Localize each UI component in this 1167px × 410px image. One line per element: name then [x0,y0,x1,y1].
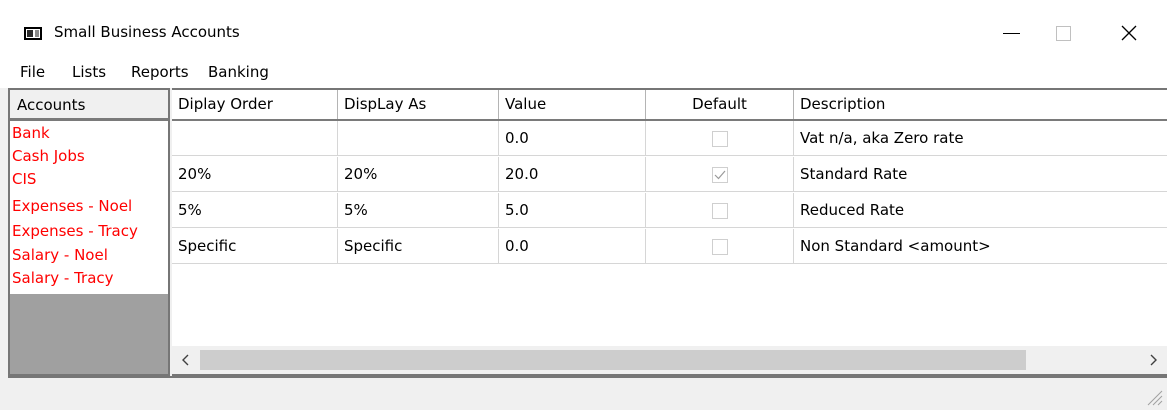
window-title: Small Business Accounts [54,23,240,41]
cell-display-order[interactable]: 5% [172,193,338,228]
cell-description[interactable]: Reduced Rate [794,193,1167,228]
close-button[interactable] [1104,10,1154,56]
status-bar [8,376,1167,410]
cell-value[interactable]: 0.0 [499,229,646,264]
accounts-panel: Accounts Bank Cash Jobs CIS Expenses - N… [8,88,170,376]
menu-banking[interactable]: Banking [208,62,269,82]
account-item-expenses-noel[interactable]: Expenses - Noel [12,197,132,215]
account-item-salary-tracy[interactable]: Salary - Tracy [12,269,114,287]
cell-display-as[interactable]: Specific [338,229,499,264]
maximize-button[interactable] [1038,10,1088,56]
cell-description[interactable]: Vat n/a, aka Zero rate [794,121,1167,156]
cell-default [646,193,794,228]
account-item-expenses-tracy[interactable]: Expenses - Tracy [12,222,138,240]
vat-rates-table: Diplay Order DispLay As Value Default De… [172,88,1167,376]
scroll-left-button[interactable] [172,346,200,374]
menu-reports[interactable]: Reports [131,62,189,82]
horizontal-scrollbar[interactable] [172,346,1167,374]
cell-display-as[interactable] [338,121,499,156]
cell-display-order[interactable] [172,121,338,156]
table-row[interactable]: Specific Specific 0.0 Non Standard <amou… [172,229,1167,264]
chevron-left-icon [182,354,189,366]
accounts-list[interactable]: Bank Cash Jobs CIS Expenses - Noel Expen… [12,121,166,294]
close-icon [1121,25,1137,41]
app-icon[interactable] [24,27,42,40]
account-item-cash-jobs[interactable]: Cash Jobs [12,147,85,165]
account-item-salary-noel[interactable]: Salary - Noel [12,246,108,264]
default-checkbox[interactable] [711,130,728,147]
cell-description[interactable]: Non Standard <amount> [794,229,1167,264]
cell-display-order[interactable]: Specific [172,229,338,264]
accounts-list-empty-area [10,294,168,374]
default-checkbox[interactable] [711,166,728,183]
chevron-right-icon [1150,354,1157,366]
column-header-display-as[interactable]: DispLay As [338,90,499,119]
accounts-header[interactable]: Accounts [10,90,168,121]
account-item-cis[interactable]: CIS [12,170,36,188]
cell-value[interactable]: 20.0 [499,157,646,192]
table-header: Diplay Order DispLay As Value Default De… [172,90,1167,121]
scrollbar-thumb[interactable] [200,350,1026,370]
title-bar[interactable]: Small Business Accounts [0,0,1167,58]
accounts-header-label: Accounts [17,96,86,114]
cell-display-order[interactable]: 20% [172,157,338,192]
minimize-icon [1002,32,1020,34]
cell-display-as[interactable]: 5% [338,193,499,228]
cell-default [646,157,794,192]
cell-description[interactable]: Standard Rate [794,157,1167,192]
resize-grip-icon[interactable] [1143,386,1163,406]
menu-lists[interactable]: Lists [72,62,106,82]
column-header-value[interactable]: Value [499,90,646,119]
table-row[interactable]: 5% 5% 5.0 Reduced Rate [172,193,1167,228]
default-checkbox[interactable] [711,202,728,219]
column-header-display-order[interactable]: Diplay Order [172,90,338,119]
cell-default [646,229,794,264]
checkmark-icon [714,170,725,179]
cell-value[interactable]: 5.0 [499,193,646,228]
minimize-button[interactable] [986,10,1036,56]
column-header-description[interactable]: Description [794,90,1167,119]
column-header-default[interactable]: Default [646,90,794,119]
cell-display-as[interactable]: 20% [338,157,499,192]
scroll-right-button[interactable] [1139,346,1167,374]
table-row[interactable]: 20% 20% 20.0 Standard Rate [172,157,1167,192]
default-checkbox[interactable] [711,238,728,255]
menu-bar: File Lists Reports Banking [0,58,1167,88]
account-item-bank[interactable]: Bank [12,124,50,142]
cell-default [646,121,794,156]
table-row[interactable]: 0.0 Vat n/a, aka Zero rate [172,121,1167,156]
client-area: Accounts Bank Cash Jobs CIS Expenses - N… [8,88,1167,376]
cell-value[interactable]: 0.0 [499,121,646,156]
menu-file[interactable]: File [20,62,45,82]
maximize-icon [1055,25,1071,41]
